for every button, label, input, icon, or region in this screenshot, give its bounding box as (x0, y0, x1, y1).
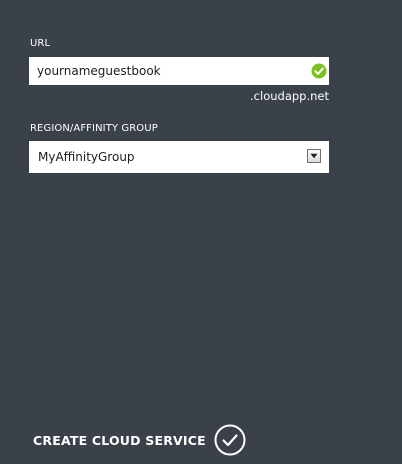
create-cloud-service-button[interactable]: CREATE CLOUD SERVICE (33, 424, 246, 456)
region-affinity-group-label: REGION/AFFINITY GROUP (30, 123, 158, 134)
url-input[interactable]: yournameguestbook (29, 57, 329, 85)
url-input-value[interactable]: yournameguestbook (37, 64, 161, 78)
create-cloud-service-label: CREATE CLOUD SERVICE (33, 432, 206, 448)
url-label: URL (30, 38, 51, 49)
checkmark-circle-icon[interactable] (214, 424, 246, 456)
region-selected-value: MyAffinityGroup (38, 150, 135, 164)
chevron-down-icon[interactable] (307, 149, 321, 163)
create-cloud-service-panel: URL yournameguestbook .cloudapp.net REGI… (0, 0, 402, 464)
check-circle-icon (311, 63, 327, 79)
url-domain-suffix: .cloudapp.net (250, 89, 329, 103)
region-affinity-group-select[interactable]: MyAffinityGroup (29, 141, 329, 173)
